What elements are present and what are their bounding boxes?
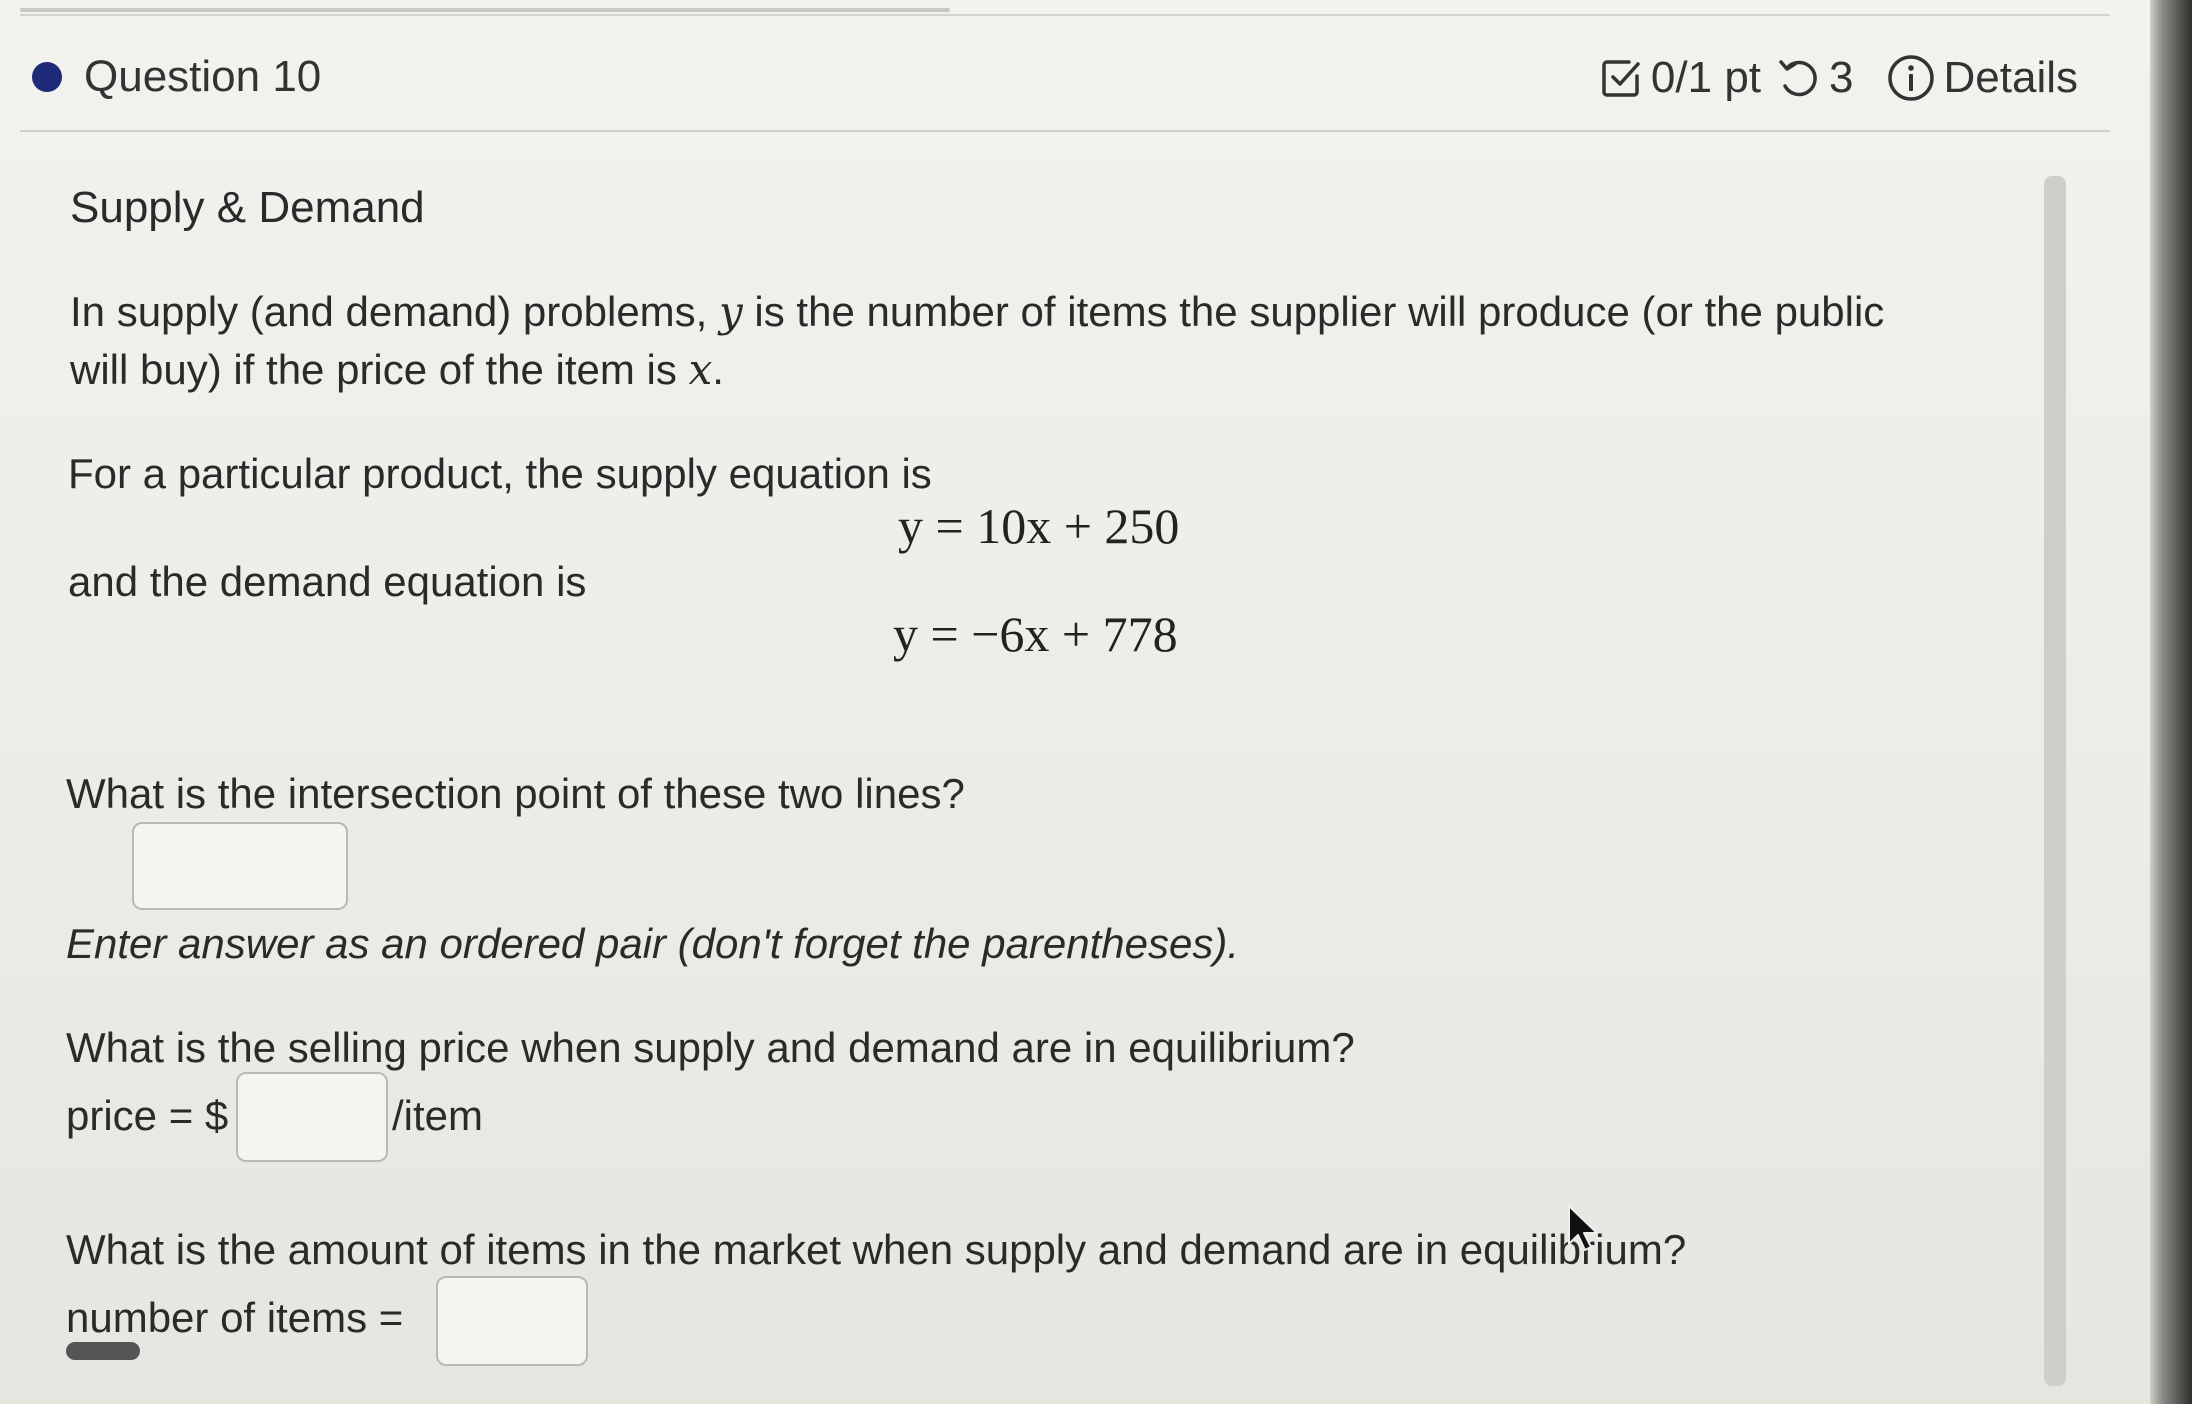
screen-bezel — [2150, 0, 2192, 1404]
demand-equation: y = −6x + 778 — [893, 606, 1178, 662]
q2-prompt: What is the selling price when supply an… — [66, 1024, 1355, 1071]
price-answer-input[interactable] — [236, 1072, 388, 1162]
price-unit: /item — [392, 1092, 484, 1139]
q1-prompt: What is the intersection point of these … — [66, 770, 965, 817]
problem-title: Supply & Demand — [70, 183, 425, 232]
demand-intro: and the demand equation is — [68, 558, 587, 605]
supply-intro: For a particular product, the supply equ… — [68, 450, 932, 497]
mouse-pointer-icon — [1566, 1204, 1602, 1259]
intro-period: . — [712, 346, 724, 393]
intro-text-2: is the number of items the supplier will… — [754, 288, 1885, 335]
question-body: Supply & Demand In supply (and demand) p… — [0, 0, 2150, 1404]
intro-line-2: will buy) if the price of the item is x. — [70, 342, 724, 398]
items-label: number of items = — [66, 1294, 404, 1341]
supply-equation: y = 10x + 250 — [898, 498, 1180, 554]
variable-y: y — [719, 287, 743, 336]
partial-element — [66, 1342, 140, 1360]
q3-prompt: What is the amount of items in the marke… — [66, 1226, 1687, 1273]
q1-hint: Enter answer as an ordered pair (don't f… — [66, 920, 1240, 967]
intersection-answer-input[interactable] — [132, 822, 348, 910]
intro-line-1: In supply (and demand) problems, y is th… — [70, 284, 1884, 340]
intro-text-1: In supply (and demand) problems, — [70, 288, 708, 335]
price-label: price = $ — [66, 1092, 229, 1139]
intro-text-3: will buy) if the price of the item is — [70, 346, 677, 393]
items-answer-input[interactable] — [436, 1276, 588, 1366]
variable-x: x — [688, 345, 713, 394]
scrollbar[interactable] — [2044, 176, 2066, 1386]
